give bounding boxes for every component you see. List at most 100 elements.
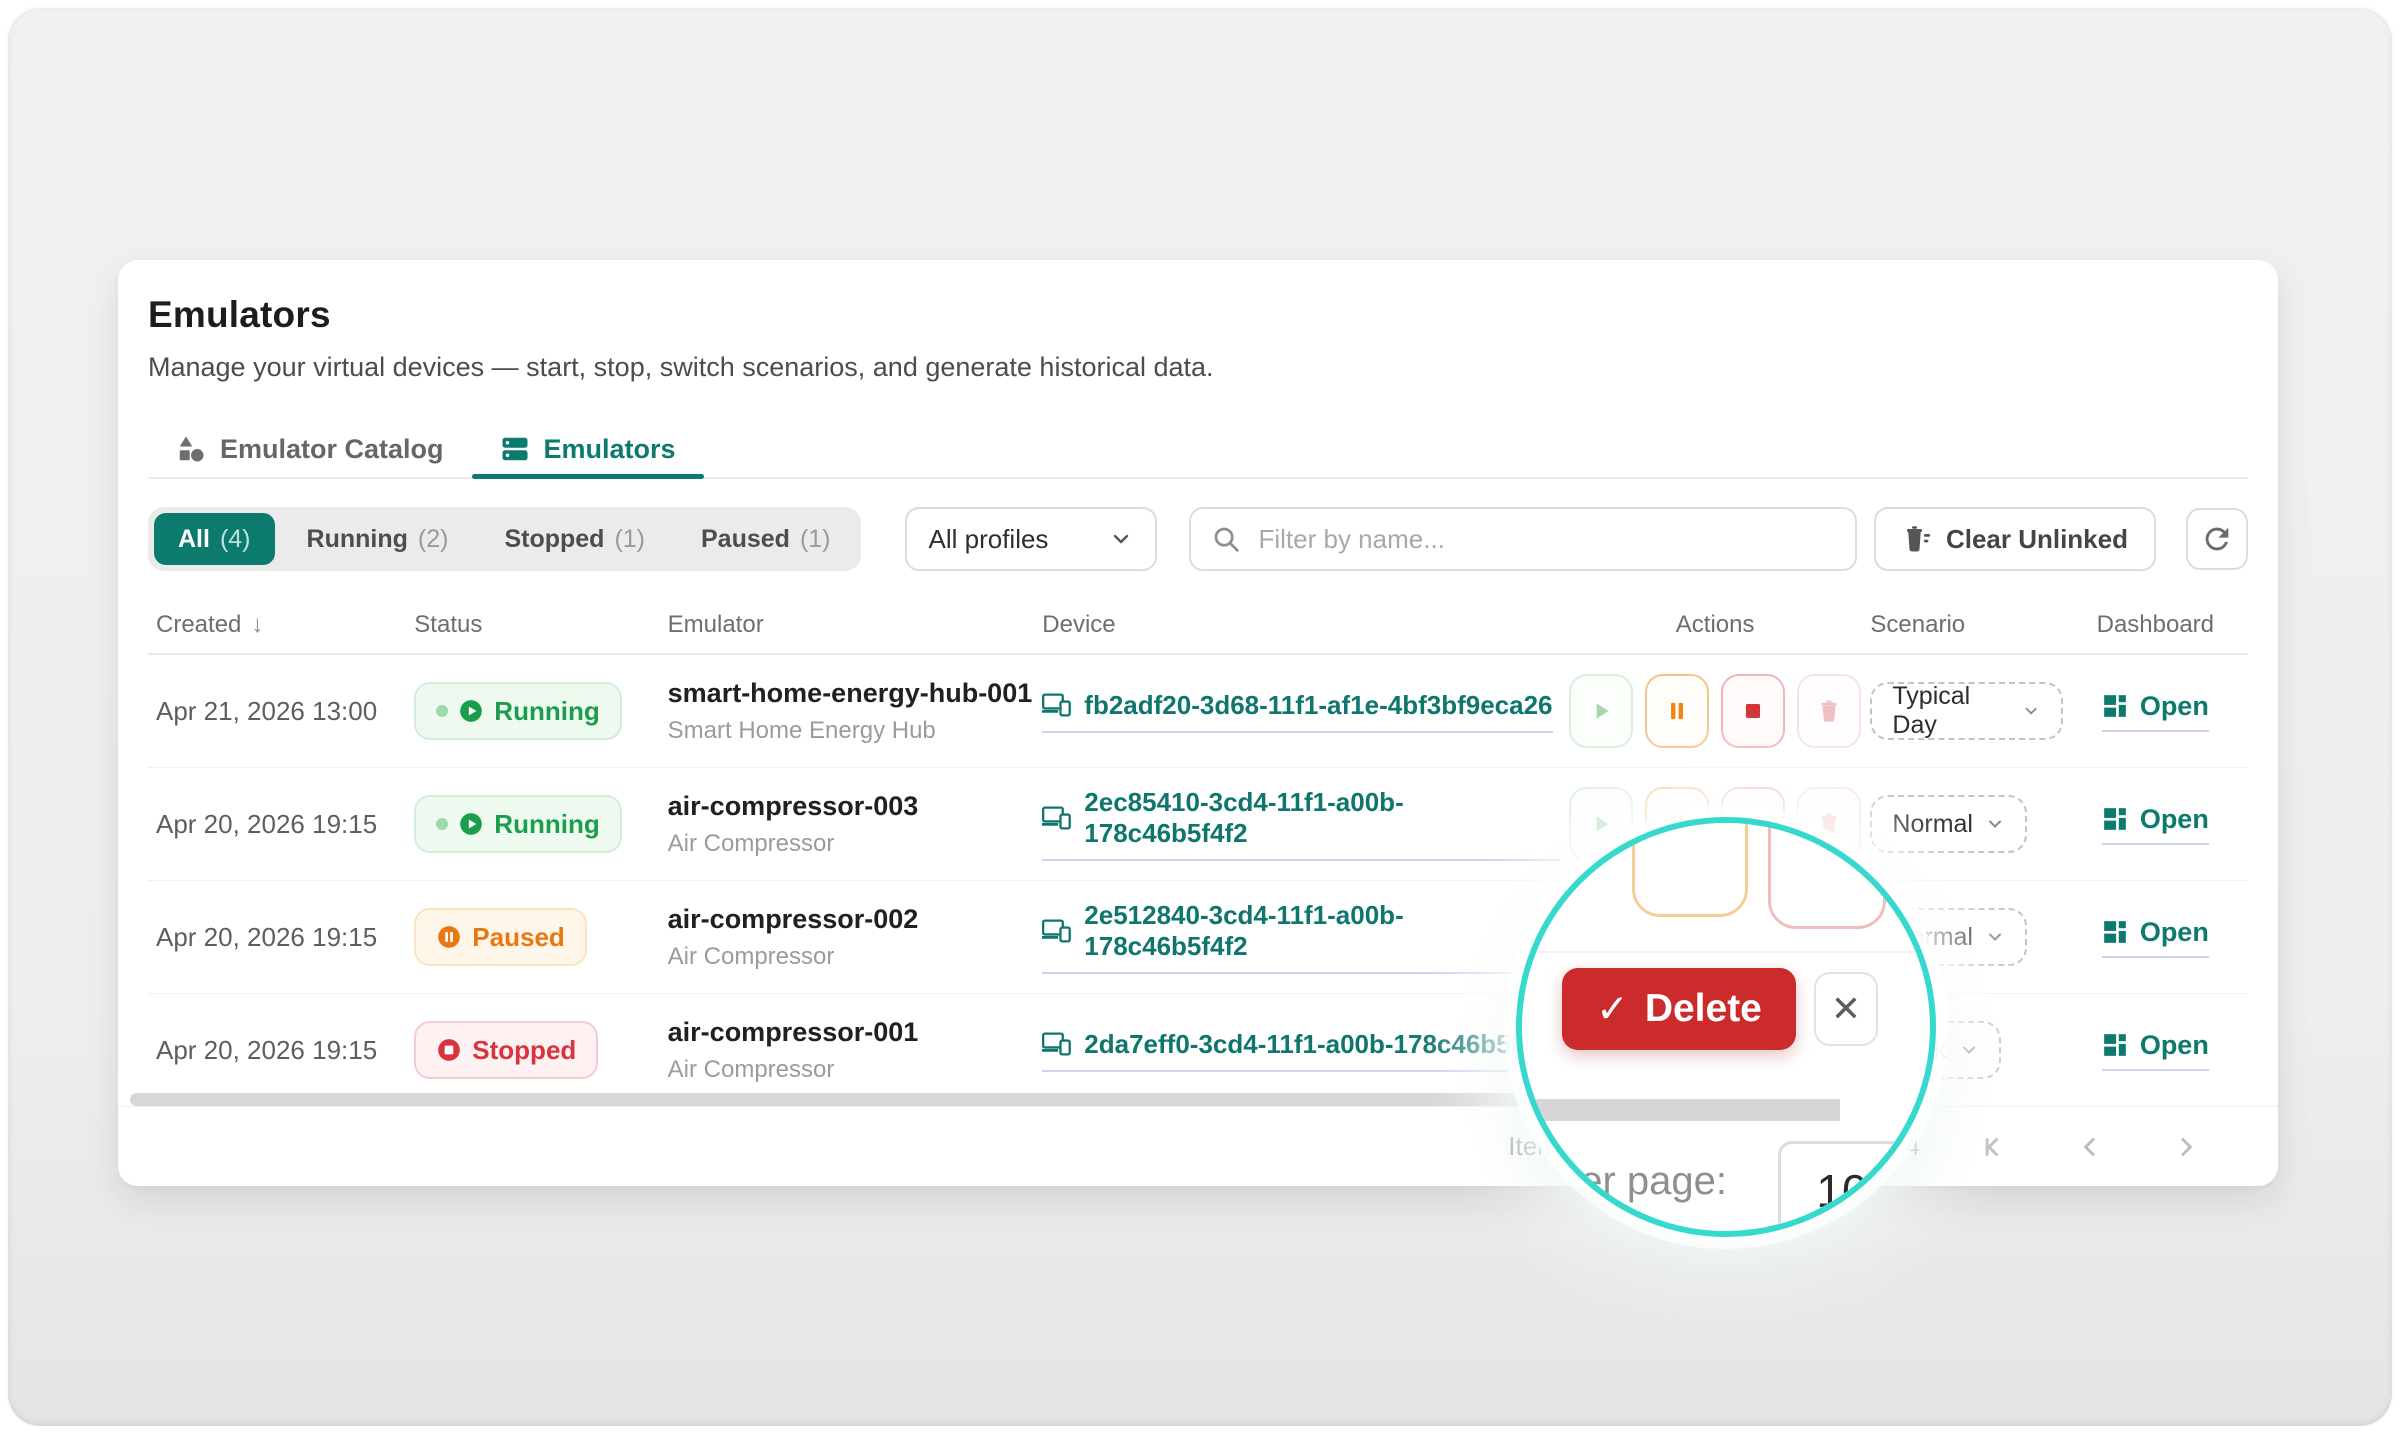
pause-button[interactable] xyxy=(1645,674,1709,748)
device-icon xyxy=(1042,692,1072,718)
tab-emulators[interactable]: Emulators xyxy=(472,421,704,477)
server-icon xyxy=(500,434,530,464)
trash-sweep-icon xyxy=(1902,524,1932,554)
dashboard-grid-icon xyxy=(2102,919,2128,945)
device-link[interactable]: fb2adf20-3d68-11f1-af1e-4bf3bf9eca26 xyxy=(1042,690,1552,733)
column-header-created[interactable]: Created↓ xyxy=(148,611,414,639)
status-badge: Running xyxy=(414,682,621,740)
cancel-delete-button[interactable]: ✕ xyxy=(1814,972,1878,1046)
first-page-icon xyxy=(1979,1132,2009,1162)
play-button[interactable] xyxy=(1569,674,1633,748)
table-row: Apr 20, 2026 19:15 Running air-compresso… xyxy=(148,768,2248,881)
device-id: fb2adf20-3d68-11f1-af1e-4bf3bf9eca26 xyxy=(1084,690,1552,721)
row-divider xyxy=(1522,951,1930,953)
emulator-type: Smart Home Energy Hub xyxy=(668,717,1043,745)
refresh-icon xyxy=(2200,522,2234,556)
device-icon xyxy=(1042,918,1072,944)
play-icon xyxy=(1588,811,1614,837)
previous-page-button[interactable] xyxy=(2068,1125,2112,1169)
first-page-button[interactable] xyxy=(1972,1125,2016,1169)
search-box xyxy=(1189,507,1857,571)
delete-label: Delete xyxy=(1645,987,1762,1031)
device-cell: fb2adf20-3d68-11f1-af1e-4bf3bf9eca26 xyxy=(1042,690,1560,733)
device-link[interactable]: 2da7eff0-3cd4-11f1-a00b-178c46b5f4f2 xyxy=(1042,1029,1557,1072)
device-link[interactable]: 2e512840-3cd4-11f1-a00b-178c46b5f4f2 xyxy=(1042,900,1560,974)
status-dot xyxy=(436,818,448,830)
magnifier-bubble: ✓ Delete ✕ per page: 10 › xyxy=(1516,817,1936,1237)
dashboard-grid-icon xyxy=(2102,806,2128,832)
tab-emulator-catalog[interactable]: Emulator Catalog xyxy=(148,421,472,477)
chip-label: Stopped xyxy=(504,525,604,554)
open-label: Open xyxy=(2140,804,2209,835)
open-label: Open xyxy=(2140,691,2209,722)
dashboard-cell: Open xyxy=(2063,1030,2248,1071)
open-dashboard-link[interactable]: Open xyxy=(2102,1030,2209,1071)
emulator-name: air-compressor-001 xyxy=(668,1017,1043,1048)
clear-unlinked-button[interactable]: Clear Unlinked xyxy=(1874,507,2156,571)
device-cell: 2e512840-3cd4-11f1-a00b-178c46b5f4f2 xyxy=(1042,900,1560,974)
emulators-card: Emulators Manage your virtual devices — … xyxy=(118,260,2278,1186)
column-header-actions: Actions xyxy=(1560,611,1871,639)
column-header-emulator: Emulator xyxy=(668,611,1043,639)
chip-label: All xyxy=(178,525,210,554)
play-circle-icon xyxy=(458,811,484,837)
device-cell: 2ec85410-3cd4-11f1-a00b-178c46b5f4f2 xyxy=(1042,787,1560,861)
column-header-status: Status xyxy=(414,611,667,639)
table-header: Created↓ Status Emulator Device Actions … xyxy=(148,597,2248,655)
page-title: Emulators xyxy=(148,294,2248,336)
trash-icon xyxy=(1816,698,1842,724)
column-header-scenario: Scenario xyxy=(1870,611,2062,639)
scenario-select[interactable]: Normal xyxy=(1870,795,2027,853)
play-circle-icon xyxy=(458,698,484,724)
search-input[interactable] xyxy=(1257,523,1835,556)
delete-button[interactable] xyxy=(1797,674,1861,748)
status-cell: Running xyxy=(414,795,667,853)
created-cell: Apr 20, 2026 19:15 xyxy=(148,1035,414,1066)
filter-chip-running[interactable]: Running (2) xyxy=(283,513,473,565)
dashboard-cell: Open xyxy=(2063,804,2248,845)
scenario-value: Normal xyxy=(1892,810,1973,839)
refresh-button[interactable] xyxy=(2186,508,2248,570)
page-size-select-magnified[interactable]: 10 xyxy=(1778,1141,1906,1237)
filter-chip-stopped[interactable]: Stopped (1) xyxy=(480,513,669,565)
toolbar: All (4) Running (2) Stopped (1) Paused (… xyxy=(148,507,2248,571)
dashboard-cell: Open xyxy=(2063,691,2248,732)
status-cell: Paused xyxy=(414,908,667,966)
chip-count: (4) xyxy=(220,525,251,554)
emulator-type: Air Compressor xyxy=(668,943,1043,971)
scenario-select[interactable]: Typical Day xyxy=(1870,682,2062,740)
profile-select[interactable]: All profiles xyxy=(905,507,1157,571)
open-dashboard-link[interactable]: Open xyxy=(2102,691,2209,732)
open-dashboard-link[interactable]: Open xyxy=(2102,804,2209,845)
page-subtitle: Manage your virtual devices — start, sto… xyxy=(148,352,2248,383)
device-icon xyxy=(1042,805,1072,831)
created-cell: Apr 20, 2026 19:15 xyxy=(148,809,414,840)
table-row: Apr 21, 2026 13:00 Running smart-home-en… xyxy=(148,655,2248,768)
device-link[interactable]: 2ec85410-3cd4-11f1-a00b-178c46b5f4f2 xyxy=(1042,787,1560,861)
chevron-right-icon xyxy=(2171,1132,2201,1162)
status-dot xyxy=(436,705,448,717)
tab-bar: Emulator Catalog Emulators xyxy=(148,421,2248,479)
status-label: Running xyxy=(494,696,599,727)
profile-select-value: All profiles xyxy=(929,524,1049,555)
status-badge: Paused xyxy=(414,908,587,966)
device-icon xyxy=(1042,1031,1072,1057)
per-page-label-magnified: per page: xyxy=(1558,1159,1727,1204)
screenshot-stage: Emulators Manage your virtual devices — … xyxy=(0,0,2400,1434)
column-header-device: Device xyxy=(1042,611,1560,639)
emulator-cell: smart-home-energy-hub-001 Smart Home Ene… xyxy=(668,678,1043,745)
device-id: 2ec85410-3cd4-11f1-a00b-178c46b5f4f2 xyxy=(1084,787,1560,849)
chevron-down-icon xyxy=(2022,701,2040,721)
open-dashboard-link[interactable]: Open xyxy=(2102,917,2209,958)
column-header-dashboard: Dashboard xyxy=(2063,611,2248,639)
confirm-delete-button[interactable]: ✓ Delete xyxy=(1562,968,1796,1050)
stop-icon xyxy=(1740,698,1766,724)
close-icon: ✕ xyxy=(1831,988,1861,1030)
filter-chip-all[interactable]: All (4) xyxy=(154,513,275,565)
emulator-name: smart-home-energy-hub-001 xyxy=(668,678,1043,709)
filter-chip-paused[interactable]: Paused (1) xyxy=(677,513,855,565)
status-badge: Stopped xyxy=(414,1021,598,1079)
next-page-button[interactable] xyxy=(2164,1125,2208,1169)
stop-button[interactable] xyxy=(1721,674,1785,748)
scenario-cell: Normal xyxy=(1870,795,2062,853)
